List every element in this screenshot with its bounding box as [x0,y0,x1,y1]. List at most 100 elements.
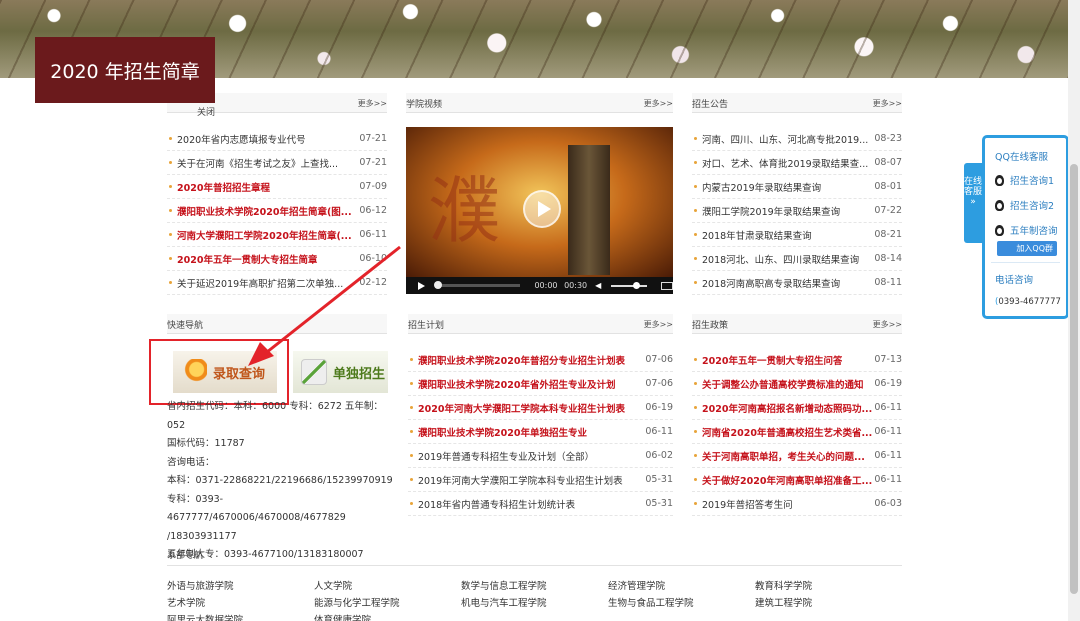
more-link[interactable]: 更多>> [873,319,902,330]
bullet-icon [694,257,697,260]
join-qq-group-button[interactable]: 加入QQ群 [997,241,1057,256]
list-item[interactable]: 2020年河南大学濮阳工学院本科专业招生计划表 06-19 [408,396,673,420]
play-icon[interactable] [523,190,561,228]
qq-contact-3[interactable]: 五年制咨询 [995,223,1058,237]
bullet-icon [694,430,697,433]
dept-link[interactable]: 能源与化学工程学院 [314,595,461,609]
bullet-icon [694,406,697,409]
scrollbar[interactable] [1068,0,1080,621]
list-item[interactable]: 2020年五年一贯制大专招生问答 07-13 [692,348,902,372]
dept-link[interactable]: 阿里云大数据学院 [167,612,314,621]
list-item[interactable]: 2020年普招招生章程 07-09 [167,175,387,199]
list-item[interactable]: 关于调整公办普通高校学费标准的通知 06-19 [692,372,902,396]
item-title[interactable]: 对口、艺术、体育批2019录取结果查... [702,156,868,170]
item-title[interactable]: 2018河北、山东、四川录取结果查询 [702,252,859,266]
item-date: 06-11 [874,426,902,437]
list-item[interactable]: 2019年河南大学濮阳工学院本科专业招生计划表 05-31 [408,468,673,492]
item-left: 2019年普通专科招生专业及计划（全部） [408,449,594,463]
list-item[interactable]: 濮阳工学院2019年录取结果查询 07-22 [692,199,902,223]
item-title[interactable]: 2019年河南大学濮阳工学院本科专业招生计划表 [418,473,623,487]
play-button-icon[interactable] [418,281,425,290]
more-link[interactable]: 更多>> [644,98,673,109]
list-item[interactable]: 内蒙古2019年录取结果查询 08-01 [692,175,902,199]
info-line: 咨询电话： [167,456,215,468]
list-item[interactable]: 濮阳职业技术学院2020年招生简章(图... 06-12 [167,199,387,223]
item-title[interactable]: 2020年河南高招报名新增动态照码功... [702,401,872,415]
dept-link[interactable]: 艺术学院 [167,595,314,609]
dept-link[interactable]: 体育健康学院 [314,612,461,621]
bullet-icon [169,161,172,164]
item-title[interactable]: 濮阳职业技术学院2020年招生简章(图... [177,204,352,218]
fullscreen-icon[interactable] [661,281,673,290]
list-item[interactable]: 2018年省内普通专科招生计划统计表 05-31 [408,492,673,516]
video-player[interactable]: 濮 00:00 00:30 ◀ [406,127,673,294]
bullet-icon [169,137,172,140]
section-header-policy: 招生政策 更多>> [692,314,902,334]
qq-contact-1[interactable]: 招生咨询1 [995,173,1054,187]
item-title[interactable]: 2020年省内志愿填报专业代号 [177,132,306,146]
volume-slider[interactable] [611,281,648,289]
list-item[interactable]: 关于河南高职单招，考生关心的问题... 06-11 [692,444,902,468]
item-title[interactable]: 关于调整公办普通高校学费标准的通知 [702,377,864,391]
item-title[interactable]: 河南省2020年普通高校招生艺术类省... [702,425,872,439]
list-item[interactable]: 2020年省内志愿填报专业代号 07-21 [167,127,387,151]
item-title[interactable]: 濮阳职业技术学院2020年单独招生专业 [418,425,587,439]
phone-title: 电话咨询 [995,275,1034,286]
list-item[interactable]: 2019年普通专科招生专业及计划（全部） 06-02 [408,444,673,468]
item-left: 关于调整公办普通高校学费标准的通知 [692,377,864,391]
list-item[interactable]: 关于在河南《招生考试之友》上查找... 07-21 [167,151,387,175]
list-item[interactable]: 2020年河南高招报名新增动态照码功... 06-11 [692,396,902,420]
item-title[interactable]: 内蒙古2019年录取结果查询 [702,180,821,194]
list-item[interactable]: 2019年普招答考生问 06-03 [692,492,902,516]
list-item[interactable]: 关于做好2020年河南高职单招准备工... 06-11 [692,468,902,492]
item-left: 关于做好2020年河南高职单招准备工... [692,473,872,487]
item-title[interactable]: 2019年普招答考生问 [702,497,793,511]
item-title[interactable]: 关于河南高职单招，考生关心的问题... [702,449,865,463]
bullet-icon [694,137,697,140]
item-title[interactable]: 濮阳工学院2019年录取结果查询 [702,204,840,218]
volume-icon[interactable]: ◀ [595,281,601,290]
item-title[interactable]: 关于在河南《招生考试之友》上查找... [177,156,338,170]
duration: 00:30 [564,281,588,290]
item-title[interactable]: 2018河南高职高专录取结果查询 [702,276,840,290]
dept-link[interactable]: 生物与食品工程学院 [608,595,755,609]
dept-link[interactable]: 教育科学学院 [755,578,902,592]
dept-link[interactable]: 经济管理学院 [608,578,755,592]
item-title[interactable]: 2020年五年一贯制大专招生问答 [702,353,842,367]
item-title[interactable]: 关于做好2020年河南高职单招准备工... [702,473,872,487]
dept-link[interactable]: 人文学院 [314,578,461,592]
scrollbar-thumb[interactable] [1070,164,1078,594]
list-item[interactable]: 2018年甘肃录取结果查询 08-21 [692,223,902,247]
bullet-icon [410,430,413,433]
online-service-tab[interactable]: 在线客服» [964,163,982,243]
list-item[interactable]: 濮阳职业技术学院2020年普招分专业招生计划表 07-06 [408,348,673,372]
item-title[interactable]: 2019年普通专科招生专业及计划（全部） [418,449,594,463]
more-link[interactable]: 更多>> [644,319,673,330]
more-link[interactable]: 更多>> [358,98,387,109]
item-title[interactable]: 2018年甘肃录取结果查询 [702,228,812,242]
list-item[interactable]: 2018河南高职高专录取结果查询 08-11 [692,271,902,295]
progress-track[interactable] [433,281,521,289]
item-title[interactable]: 河南大学濮阳工学院2020年招生简章(... [177,228,352,242]
more-link[interactable]: 更多>> [873,98,902,109]
item-title[interactable]: 河南、四川、山东、河北高专批2019... [702,132,868,146]
item-title[interactable]: 2020年普招招生章程 [177,180,270,194]
list-item[interactable]: 河南、四川、山东、河北高专批2019... 08-23 [692,127,902,151]
dept-link[interactable]: 建筑工程学院 [755,595,902,609]
list-item[interactable]: 对口、艺术、体育批2019录取结果查... 08-07 [692,151,902,175]
list-item[interactable]: 濮阳职业技术学院2020年单独招生专业 06-11 [408,420,673,444]
list-item[interactable]: 河南省2020年普通高校招生艺术类省... 06-11 [692,420,902,444]
phone-value: 0393-4677777 [998,297,1061,307]
item-title[interactable]: 2020年河南大学濮阳工学院本科专业招生计划表 [418,401,625,415]
dept-link[interactable]: 机电与汽车工程学院 [461,595,608,609]
bullet-icon [694,233,697,236]
item-title[interactable]: 濮阳职业技术学院2020年省外招生专业及计划 [418,377,615,391]
list-item[interactable]: 濮阳职业技术学院2020年省外招生专业及计划 07-06 [408,372,673,396]
list-item[interactable]: 2018河北、山东、四川录取结果查询 08-14 [692,247,902,271]
qq-contact-2[interactable]: 招生咨询2 [995,198,1054,212]
dept-link[interactable]: 外语与旅游学院 [167,578,314,592]
dept-link[interactable]: 数学与信息工程学院 [461,578,608,592]
item-title[interactable]: 2018年省内普通专科招生计划统计表 [418,497,575,511]
bullet-icon [410,478,413,481]
item-title[interactable]: 濮阳职业技术学院2020年普招分专业招生计划表 [418,353,625,367]
